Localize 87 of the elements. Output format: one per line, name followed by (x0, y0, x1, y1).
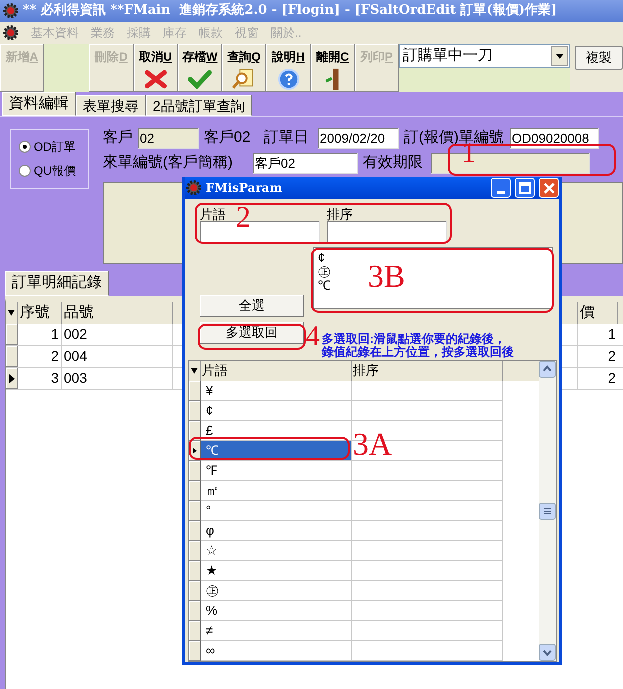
field-label: 排序 (327, 206, 353, 221)
column-header[interactable]: 價 (578, 302, 618, 324)
toolbar-panel (44, 44, 90, 92)
column-header[interactable]: 序號 (18, 302, 62, 324)
gear-icon (3, 3, 19, 19)
close-icon (544, 182, 554, 194)
tab[interactable]: 訂單明細記錄 (5, 271, 109, 296)
minimize-icon (497, 190, 505, 194)
dropdown-button[interactable] (551, 46, 568, 66)
close-button[interactable] (539, 178, 559, 198)
sort-arrow-icon (8, 310, 15, 316)
list-item[interactable]: ¢ (318, 251, 326, 265)
text-field[interactable] (327, 221, 447, 243)
sort-arrow-icon (191, 368, 198, 374)
table-cell: ° (201, 501, 352, 521)
table-cell: ¢ (201, 401, 352, 421)
annotation-number: 4 (306, 323, 320, 351)
caret-icon (556, 54, 564, 58)
checkmark-icon (186, 68, 214, 91)
column-header[interactable]: 品號 (62, 302, 173, 324)
tab[interactable]: 2品號訂單查詢 (146, 95, 252, 116)
list-item[interactable]: ㊣ (318, 265, 331, 279)
annotation-number: 2 (236, 203, 251, 233)
table-cell-text: 2 (607, 347, 617, 366)
table-cell: ∞ (201, 641, 352, 661)
minimize-button[interactable] (491, 178, 511, 198)
dropdown-value: 訂購單中一刀 (403, 46, 494, 66)
help-text: 多選取回:滑鼠點選你要的紀錄後， (322, 333, 506, 346)
tab[interactable]: 資料編輯 (2, 92, 76, 116)
table-cell: ㎡ (201, 481, 352, 501)
field-label: 片語 (200, 206, 226, 221)
action-button[interactable]: 多選取回 (200, 322, 304, 344)
window-title: ** 必利得資訊 **FMain 進銷存系統2.0 - [Flogin] - [FSaltOrdEdit 訂單(報價)作業] (23, 2, 558, 20)
field-label: 來單編號(客戶簡稱) (103, 152, 234, 173)
help-text: 錄值紀錄在上方位置，按多選取回後 (322, 346, 515, 359)
current-row-icon (193, 448, 197, 454)
table-cell-text: 2 (607, 369, 617, 388)
radio-option[interactable]: OD訂單 (19, 138, 88, 156)
annotation-number: 3A (353, 428, 392, 460)
text-field[interactable]: 2009/02/20 (318, 128, 399, 148)
column-header[interactable]: 排序 (352, 361, 503, 381)
table-cell: 004 (62, 346, 173, 367)
table-cell: 3 (18, 368, 62, 389)
table-cell: 002 (62, 324, 173, 345)
window-title: FMisParam (206, 180, 284, 197)
table-cell: ㊣ (201, 581, 352, 601)
toolbar-button[interactable]: 取消U (134, 44, 178, 92)
table-cell: ☆ (201, 541, 352, 561)
toolbar-button[interactable]: 存檔W (178, 44, 222, 92)
table-cell: ¥ (201, 381, 352, 401)
scrollbar[interactable] (539, 361, 556, 661)
toolbar-button[interactable]: 查詢Q (222, 44, 266, 92)
column-header[interactable]: 片語 (201, 361, 352, 381)
table-cell: φ (201, 521, 352, 541)
table-cell: 2 (18, 346, 62, 367)
template-dropdown[interactable]: 訂購單中一刀 (399, 44, 570, 68)
field-label: 有效期限 (363, 152, 424, 173)
table-cell: ≠ (201, 621, 352, 641)
gear-icon (186, 180, 202, 196)
text-field[interactable]: 客戶02 (253, 152, 358, 174)
maximize-icon (519, 182, 531, 194)
list-item[interactable]: ℃ (318, 279, 331, 293)
table-cell-text: 1 (607, 325, 617, 344)
action-button[interactable]: 全選 (200, 295, 304, 317)
table-cell: ★ (201, 561, 352, 581)
text-field[interactable]: OD09020008 (510, 128, 599, 148)
field-label: 訂單日 (264, 128, 310, 148)
table-cell: ℉ (201, 461, 352, 481)
annotation-number: 3B (368, 260, 406, 292)
table-cell: % (201, 601, 352, 621)
maximize-button[interactable] (515, 178, 535, 198)
table-cell: 1 (18, 324, 62, 345)
gear-icon (3, 25, 19, 41)
scroll-up-icon (539, 361, 556, 378)
current-row-icon (9, 374, 15, 384)
field-label: 客戶 (103, 128, 134, 148)
table-cell: 003 (62, 368, 173, 389)
row-header[interactable] (6, 368, 18, 389)
field-label: 客戶02 (204, 128, 252, 148)
toolbar-button[interactable]: 說明H (266, 44, 311, 92)
radio-option[interactable]: QU報價 (19, 162, 88, 180)
toolbar-button[interactable]: 離開C (310, 44, 355, 92)
scroll-down-icon (539, 644, 556, 661)
scroll-thumb-icon (539, 502, 556, 520)
text-field[interactable]: 02 (138, 128, 199, 148)
copy-button[interactable]: 複製 (575, 46, 623, 70)
tab[interactable]: 表單搜尋 (76, 95, 146, 116)
